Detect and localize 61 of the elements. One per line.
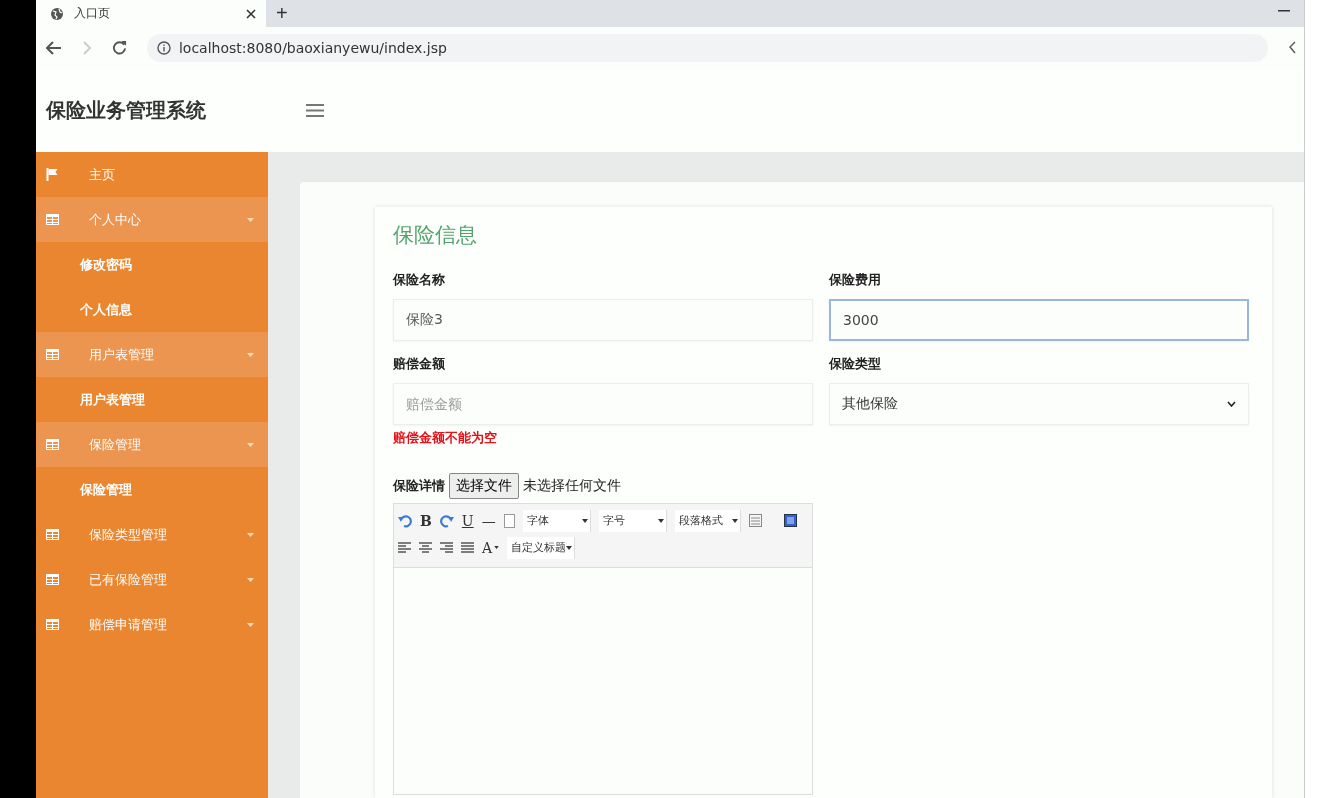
field-label: 保险名称 xyxy=(392,271,446,289)
caret-icon xyxy=(566,545,573,550)
align-icon[interactable] xyxy=(460,542,474,553)
caret-icon xyxy=(246,577,254,582)
caret-icon xyxy=(246,217,254,222)
table-icon xyxy=(45,349,59,360)
flag-icon xyxy=(45,168,59,181)
globe-icon xyxy=(49,6,64,21)
align-icon[interactable] xyxy=(418,542,432,553)
field-label: 保险费用 xyxy=(828,271,882,289)
back-arrow-icon[interactable] xyxy=(45,40,62,55)
align-icon[interactable] xyxy=(397,542,411,553)
heading-dropdown[interactable]: 自定义标题 xyxy=(507,536,576,559)
paragraph-dropdown[interactable]: 段落格式 xyxy=(674,509,741,532)
caret-icon xyxy=(246,352,254,357)
reload-icon[interactable] xyxy=(111,40,127,55)
caret-icon xyxy=(246,442,254,447)
minimize-icon[interactable] xyxy=(1278,10,1290,12)
chevron-icon xyxy=(1226,401,1236,407)
close-icon[interactable] xyxy=(245,8,256,19)
horizontal-rule-button[interactable]: — xyxy=(481,512,496,529)
table-icon xyxy=(45,574,59,585)
underline-button[interactable]: U xyxy=(461,512,474,529)
font-dropdown[interactable]: 字体 xyxy=(522,509,591,532)
text-field[interactable]: 赔偿金额 xyxy=(392,383,813,425)
bold-button[interactable]: B xyxy=(419,512,432,529)
fullscreen-icon[interactable] xyxy=(783,514,797,527)
caret-icon xyxy=(246,622,254,627)
text-field[interactable]: 保险3 xyxy=(392,299,813,341)
file-button[interactable]: 选择文件 xyxy=(448,473,519,499)
tab-title: 入口页 xyxy=(73,5,111,22)
info-icon xyxy=(156,40,171,55)
type-dropdown[interactable]: 其他保险 xyxy=(828,383,1249,425)
caret-icon xyxy=(494,546,500,549)
table-icon xyxy=(45,439,59,450)
app-title: 保险业务管理系统 xyxy=(45,96,206,124)
align-icon[interactable] xyxy=(439,542,453,553)
browser-tab[interactable]: 入口页 xyxy=(35,0,266,27)
caret-icon xyxy=(581,518,588,523)
table-icon xyxy=(45,214,59,225)
form-title: 保险信息 xyxy=(392,222,478,249)
table-icon xyxy=(45,619,59,630)
font-color-button[interactable]: A xyxy=(481,539,500,556)
field-label: 保险类型 xyxy=(828,355,882,373)
field-label: 保险详情 xyxy=(392,477,445,495)
field-label: 赔偿金额 xyxy=(392,355,446,373)
new-tab-button[interactable]: + xyxy=(269,0,294,27)
caret-icon xyxy=(246,532,254,537)
text-field[interactable]: 3000 xyxy=(828,299,1249,341)
caret-icon xyxy=(657,518,664,523)
address-bar[interactable]: localhost:8080/baoxianyewu/index.jsp xyxy=(146,33,1268,62)
menu-icon[interactable] xyxy=(305,103,324,117)
document-icon[interactable] xyxy=(503,513,515,528)
lines-icon[interactable] xyxy=(748,514,762,527)
caret-icon xyxy=(731,518,738,523)
font-size-dropdown[interactable]: 字号 xyxy=(598,509,667,532)
redo-icon[interactable] xyxy=(439,513,454,528)
table-icon xyxy=(45,529,59,540)
file-status: 未选择任何文件 xyxy=(522,477,621,495)
error-message: 赔偿金额不能为空 xyxy=(392,429,498,447)
undo-icon[interactable] xyxy=(397,513,412,528)
